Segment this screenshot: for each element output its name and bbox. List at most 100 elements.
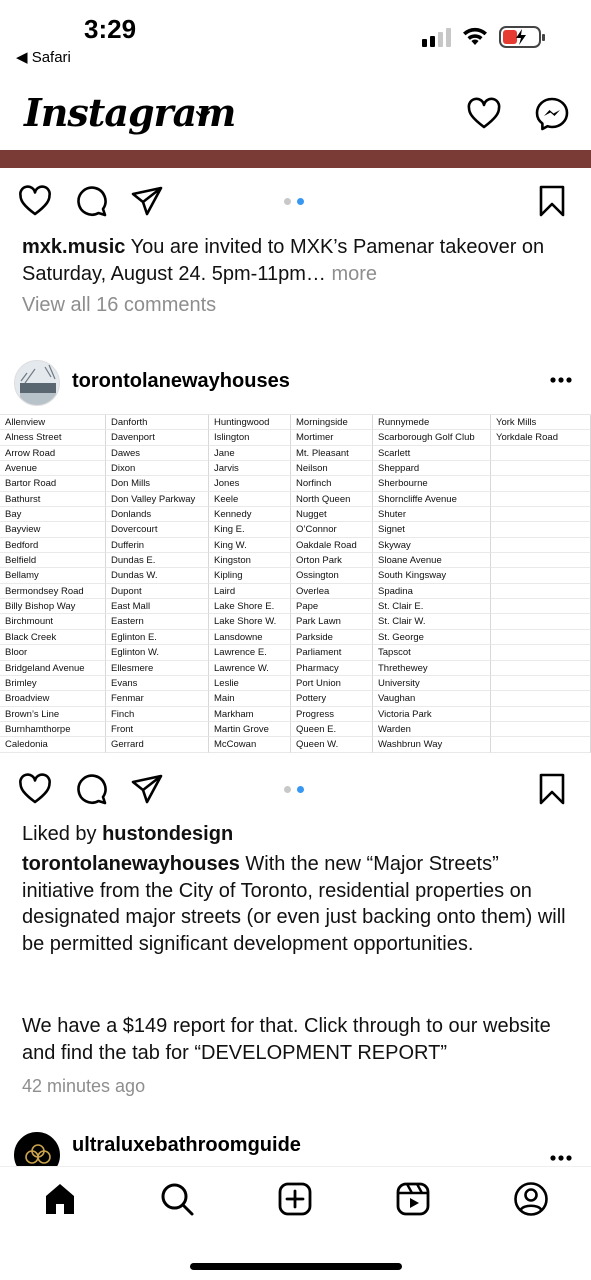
status-time: 3:29 <box>84 14 137 44</box>
liked-by-user[interactable]: hustondesign <box>102 823 233 845</box>
street-column: Runnymede Scarborough Golf Club Scarlett Sh… <box>373 415 491 753</box>
street-cell: Islington <box>209 430 291 446</box>
street-cell: East Mall <box>106 599 209 615</box>
caption-username[interactable]: torontolanewayhouses <box>22 853 240 875</box>
street-cell: Morningside <box>291 415 373 431</box>
street-cell: Bedford <box>0 537 106 554</box>
street-cell: Bayview <box>0 522 106 538</box>
street-cell: Bartor Road <box>0 476 106 492</box>
street-cell: McCowan <box>209 737 291 753</box>
avatar[interactable] <box>14 360 60 406</box>
caption-username[interactable]: mxk.music <box>22 236 125 258</box>
post-username[interactable]: torontolanewayhouses <box>72 370 290 393</box>
street-cell: Davenport <box>106 430 209 446</box>
street-cell: Birchmount <box>0 614 106 630</box>
street-cell: Bay <box>0 507 106 523</box>
street-cell: Danforth <box>106 415 209 431</box>
street-cell: Lake Shore W. <box>209 614 291 630</box>
street-cell: Dundas W. <box>106 568 209 584</box>
post-username[interactable]: ultraluxebathroomguide <box>72 1134 301 1157</box>
street-cell: Lawrence W. <box>209 660 291 676</box>
create-icon[interactable] <box>277 1181 313 1217</box>
profile-icon[interactable] <box>513 1181 549 1217</box>
view-comments-link[interactable]: View all 16 comments <box>22 294 216 317</box>
street-cell: Fenmar <box>106 691 209 707</box>
liked-by: Liked by hustondesign <box>22 821 574 848</box>
more-link[interactable]: more <box>331 263 377 285</box>
street-cell: King W. <box>209 537 291 554</box>
street-cell: Jane <box>209 445 291 462</box>
street-cell <box>491 706 591 722</box>
back-to-safari-link[interactable]: ◀ Safari <box>16 48 71 66</box>
street-cell: Nugget <box>291 507 373 523</box>
bottom-tab-bar <box>0 1166 591 1280</box>
street-cell: Parkside <box>291 629 373 646</box>
messenger-icon[interactable] <box>534 96 570 132</box>
street-cell: Orton Park <box>291 553 373 569</box>
street-column: Morningside Mortimer Mt. Pleasant Neilson No… <box>291 415 373 753</box>
home-icon[interactable] <box>42 1181 78 1217</box>
street-cell: Bellamy <box>0 568 106 584</box>
reels-icon[interactable] <box>395 1181 431 1217</box>
street-cell: Mortimer <box>291 430 373 446</box>
street-cell: St. George <box>373 629 491 646</box>
like-heart-icon[interactable] <box>18 772 52 806</box>
post-caption: mxk.music You are invited to MXK’s Pamen… <box>22 234 574 287</box>
comment-icon[interactable] <box>74 772 108 806</box>
street-cell: Tapscot <box>373 645 491 661</box>
street-cell: Scarlett <box>373 445 491 462</box>
street-cell: Threthewey <box>373 660 491 676</box>
bookmark-icon[interactable] <box>535 184 569 218</box>
street-cell: Avenue <box>0 461 106 477</box>
street-cell: Arrow Road <box>0 445 106 462</box>
street-cell <box>491 507 591 523</box>
street-cell: Pharmacy <box>291 660 373 676</box>
heart-icon[interactable] <box>466 96 502 132</box>
street-cell <box>491 491 591 508</box>
post-image-street-list[interactable]: Allenview Alness Street Arrow Road Avenue Ba… <box>0 414 591 756</box>
street-cell: Yorkdale Road <box>491 430 591 446</box>
street-cell <box>491 553 591 569</box>
street-cell: Overlea <box>291 583 373 600</box>
street-cell: Lawrence E. <box>209 645 291 661</box>
street-cell <box>491 583 591 600</box>
street-cell: Lake Shore E. <box>209 599 291 615</box>
street-cell: Main <box>209 691 291 707</box>
status-bar: 3:29 ◀ Safari <box>0 0 591 80</box>
chevron-down-icon[interactable] <box>194 106 212 124</box>
street-cell <box>491 691 591 707</box>
street-cell: Vaughan <box>373 691 491 707</box>
street-cell: Eastern <box>106 614 209 630</box>
search-icon[interactable] <box>159 1181 195 1217</box>
street-cell: Dixon <box>106 461 209 477</box>
street-cell: Sloane Avenue <box>373 553 491 569</box>
street-cell: Queen W. <box>291 737 373 753</box>
street-cell: Evans <box>106 675 209 692</box>
comment-icon[interactable] <box>74 184 108 218</box>
street-cell: Front <box>106 721 209 738</box>
street-cell: O’Connor <box>291 522 373 538</box>
street-cell: Progress <box>291 706 373 722</box>
street-cell: Kipling <box>209 568 291 584</box>
street-cell: Brown’s Line <box>0 706 106 722</box>
like-heart-icon[interactable] <box>18 184 52 218</box>
wifi-icon <box>463 27 487 45</box>
post-header: torontolanewayhouses <box>0 356 591 412</box>
street-cell: Broadview <box>0 691 106 707</box>
street-cell: Lansdowne <box>209 629 291 646</box>
more-options-icon[interactable] <box>549 376 573 384</box>
street-cell: South Kingsway <box>373 568 491 584</box>
street-cell: Caledonia <box>0 737 106 753</box>
street-cell: Washbrun Way <box>373 737 491 753</box>
battery-icon <box>499 26 545 48</box>
street-cell: Shuter <box>373 507 491 523</box>
more-options-icon[interactable] <box>549 1154 573 1162</box>
street-cell: Huntingwood <box>209 415 291 431</box>
bookmark-icon[interactable] <box>535 772 569 806</box>
street-cell: Dundas E. <box>106 553 209 569</box>
street-cell: Keele <box>209 491 291 508</box>
street-cell: Bloor <box>0 645 106 661</box>
street-cell <box>491 675 591 692</box>
share-icon[interactable] <box>130 184 164 218</box>
share-icon[interactable] <box>130 772 164 806</box>
